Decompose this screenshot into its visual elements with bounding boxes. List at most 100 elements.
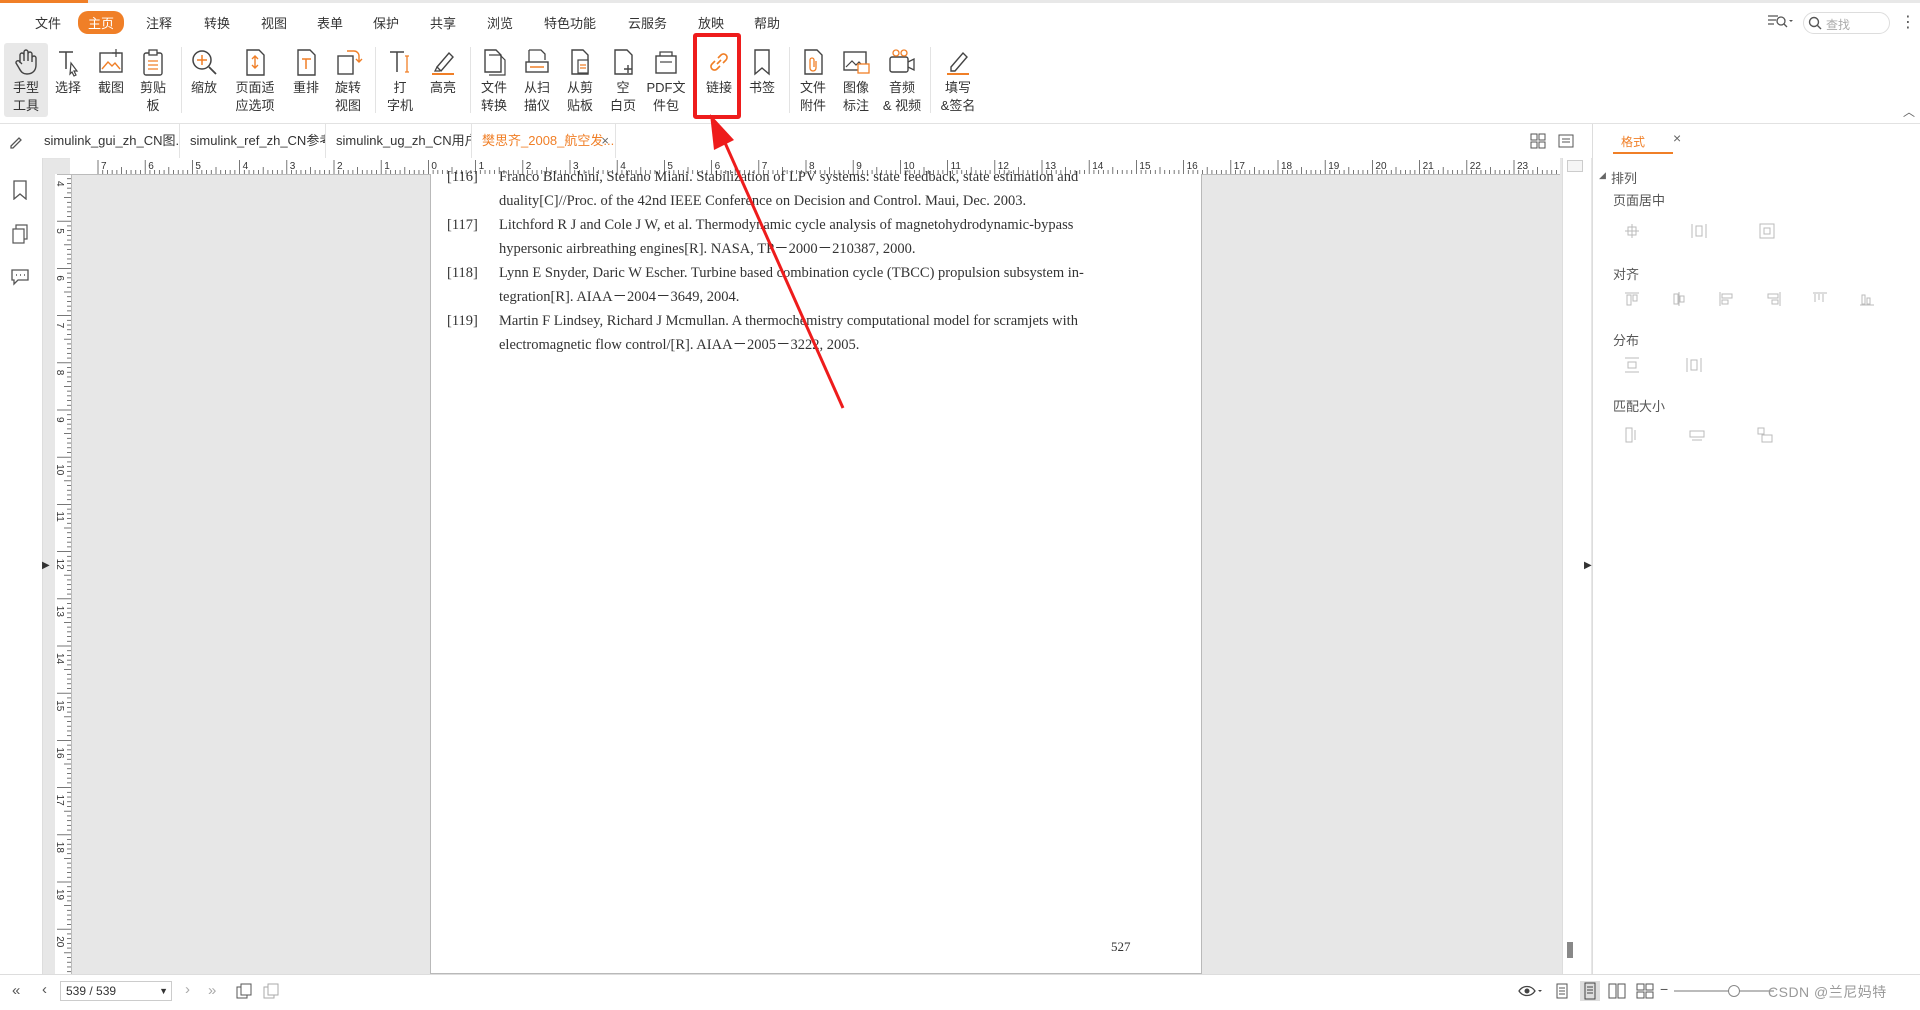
zoom-button[interactable]: 缩放	[182, 43, 226, 117]
center-both-icon[interactable]	[1758, 222, 1776, 240]
tab-simulink-ref[interactable]: simulink_ref_zh_CN参考...	[180, 124, 326, 158]
edit-icon[interactable]	[8, 134, 24, 150]
screenshot-icon	[96, 47, 126, 77]
ruler-label: 22	[1470, 161, 1482, 172]
close-tab-icon[interactable]: ×	[601, 124, 609, 158]
pages-panel-icon[interactable]	[11, 224, 29, 244]
tab-active-document[interactable]: 樊思齐_2008_航空发... ×	[472, 124, 616, 158]
align-left-icon[interactable]	[1717, 290, 1735, 308]
ruler-label: 8	[55, 370, 65, 376]
file-attachment-button[interactable]: 文件 附件	[791, 43, 835, 117]
single-page-icon[interactable]	[1554, 983, 1570, 999]
menu-cloud[interactable]: 云服务	[628, 13, 667, 32]
page-input[interactable]: 539 / 539 ▼	[60, 981, 172, 1001]
bookmark-panel-icon[interactable]	[11, 180, 29, 200]
menu-help[interactable]: 帮助	[754, 13, 780, 32]
section-title-arrange: 排列	[1611, 171, 1638, 186]
menu-share[interactable]: 共享	[430, 13, 456, 32]
from-scanner-button[interactable]: 从扫 描仪	[515, 43, 559, 117]
expand-right-icon[interactable]: ▶	[1584, 560, 1592, 571]
zoom-slider-thumb[interactable]	[1728, 985, 1740, 997]
screenshot-button[interactable]: 截图	[89, 43, 133, 117]
hand-tool-button[interactable]: 手型 工具	[4, 43, 48, 117]
continuous-facing-icon[interactable]	[1636, 983, 1654, 999]
tool-label: 文件 转换	[480, 80, 507, 113]
comments-panel-icon[interactable]	[10, 268, 30, 286]
more-icon[interactable]: ⋮	[1900, 12, 1916, 32]
menu-annotate[interactable]: 注释	[146, 13, 172, 32]
chevron-down-icon: ▼	[159, 986, 168, 996]
audio-video-button[interactable]: 音频 & 视频	[877, 43, 927, 117]
menu-special[interactable]: 特色功能	[544, 13, 596, 32]
center-horizontal-icon[interactable]	[1623, 222, 1641, 240]
highlight-button[interactable]: 高亮	[421, 43, 465, 117]
fit-page-button[interactable]: 页面适 应选项	[228, 43, 282, 117]
match-height-icon[interactable]	[1688, 426, 1706, 444]
image-annotation-button[interactable]: 图像 标注	[834, 43, 878, 117]
menu-form[interactable]: 表单	[317, 13, 343, 32]
copy-page-icon[interactable]	[263, 983, 279, 999]
ruler-label: 12	[55, 559, 65, 571]
vertical-scrollbar[interactable]: ▶	[1562, 158, 1592, 974]
blank-page-button[interactable]: 空 白页	[601, 43, 645, 117]
tab-simulink-gui[interactable]: simulink_gui_zh_CN图...	[34, 124, 180, 158]
facing-page-icon[interactable]	[1608, 983, 1626, 999]
center-vertical-icon[interactable]	[1690, 222, 1708, 240]
menu-slideshow[interactable]: 放映	[698, 13, 724, 32]
fit-page-icon	[240, 47, 270, 77]
fill-sign-button[interactable]: 填写 &签名	[933, 43, 983, 117]
search-input[interactable]: 查找	[1803, 12, 1890, 34]
page-number: 527	[1111, 939, 1131, 954]
select-button[interactable]: 选择	[46, 43, 90, 117]
menu-home[interactable]: 主页	[78, 11, 125, 34]
pdf-package-button[interactable]: PDF文 件包	[644, 43, 688, 117]
tool-label: 手型 工具	[12, 80, 39, 113]
zoom-out-icon[interactable]: −	[1660, 981, 1668, 997]
grid-view-icon[interactable]	[1530, 133, 1546, 149]
ruler-label: 11	[55, 511, 65, 522]
clipboard-button[interactable]: 剪贴 板	[131, 43, 175, 117]
tab-format[interactable]: 格式	[1613, 128, 1673, 154]
close-panel-icon[interactable]: ×	[1673, 130, 1681, 146]
align-baseline-icon[interactable]	[1858, 290, 1876, 308]
menu-protect[interactable]: 保护	[373, 13, 399, 32]
match-width-icon[interactable]	[1623, 426, 1641, 444]
from-clipboard-button[interactable]: 从剪 贴板	[558, 43, 602, 117]
continuous-page-icon[interactable]	[1580, 981, 1600, 1001]
prev-page-icon[interactable]: ‹	[42, 981, 47, 998]
ruler-label: 3	[290, 161, 296, 172]
ruler-label: 6	[148, 161, 154, 172]
distribute-horizontal-icon[interactable]	[1685, 356, 1703, 374]
match-both-icon[interactable]	[1756, 426, 1774, 444]
expand-left-icon[interactable]: ▶	[42, 560, 50, 571]
ruler-label: 17	[55, 795, 65, 807]
tool-label: 剪贴 板	[139, 80, 166, 113]
align-middle-icon[interactable]	[1670, 290, 1688, 308]
first-page-icon[interactable]: «	[12, 982, 20, 999]
menu-browse[interactable]: 浏览	[487, 13, 513, 32]
file-convert-button[interactable]: 文件 转换	[472, 43, 516, 117]
align-right-icon[interactable]	[1765, 290, 1783, 308]
align-bottom-icon[interactable]	[1811, 290, 1829, 308]
scroll-thumb[interactable]	[1567, 942, 1573, 958]
next-page-icon[interactable]: ›	[185, 981, 190, 998]
search-options-icon[interactable]	[1766, 13, 1794, 29]
collapse-section-icon[interactable]: ◢	[1599, 170, 1606, 181]
tab-simulink-ug[interactable]: simulink_ug_zh_CN用户...	[326, 124, 472, 158]
align-top-icon[interactable]	[1623, 290, 1641, 308]
last-page-icon[interactable]: »	[208, 982, 216, 999]
typewriter-button[interactable]: 打 字机	[378, 43, 422, 117]
distribute-vertical-icon[interactable]	[1623, 356, 1641, 374]
zoom-slider[interactable]	[1674, 985, 1774, 997]
rotate-view-button[interactable]: 旋转 视图	[326, 43, 370, 117]
bookmark-button[interactable]: 书签	[740, 43, 784, 117]
panel-toggle-icon[interactable]	[1558, 133, 1574, 149]
menu-convert[interactable]: 转换	[204, 13, 230, 32]
eye-icon[interactable]	[1518, 983, 1544, 999]
ruler-label: 13	[55, 606, 65, 618]
reflow-button[interactable]: 重排	[284, 43, 328, 117]
extract-page-icon[interactable]	[236, 983, 252, 999]
collapse-ribbon-icon[interactable]: ︿	[1903, 103, 1915, 120]
menu-file[interactable]: 文件	[35, 13, 61, 32]
menu-view[interactable]: 视图	[261, 13, 287, 32]
